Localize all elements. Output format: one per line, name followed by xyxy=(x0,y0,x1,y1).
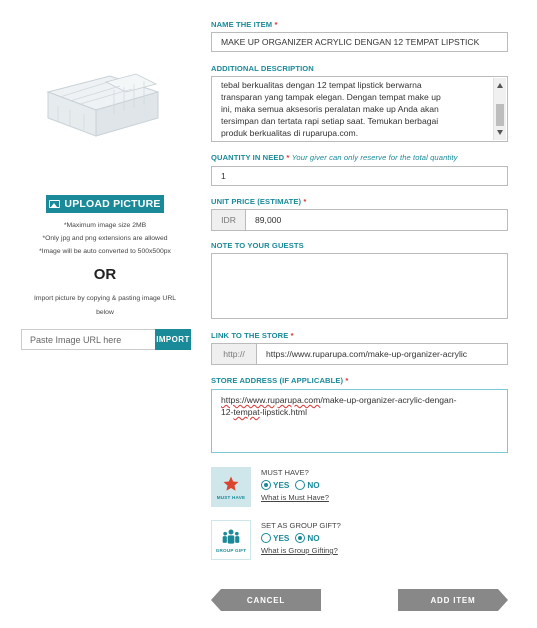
product-image xyxy=(46,73,160,137)
description-label: ADDITIONAL DESCRIPTION xyxy=(211,64,314,73)
description-line: tebal berkualitas dengan 12 tempat lipst… xyxy=(221,80,422,90)
must-have-title: MUST HAVE? xyxy=(261,468,309,477)
name-label-text: NAME THE ITEM xyxy=(211,20,273,29)
must-have-no-radio[interactable]: NO xyxy=(295,480,320,490)
radio-label: NO xyxy=(307,480,320,490)
radio-dot xyxy=(295,533,306,543)
quantity-label-text: QUANTITY IN NEED xyxy=(211,153,285,162)
note-label: NOTE TO YOUR GUESTS xyxy=(211,241,304,250)
picture-panel: UPLOAD PICTURE *Maximum image size 2MB *… xyxy=(0,0,210,628)
description-line: transparan yang tampak elegan. Dengan te… xyxy=(221,92,441,102)
group-gift-icon-box[interactable]: GROUP GIFT xyxy=(211,520,251,560)
must-have-yes-radio[interactable]: YES xyxy=(261,480,289,490)
price-field: IDR xyxy=(211,209,508,231)
store-link-input[interactable] xyxy=(257,344,507,364)
store-address-label: STORE ADDRESS (IF APPLICABLE) * xyxy=(211,376,348,385)
quantity-hint: Your giver can only reserve for the tota… xyxy=(291,153,458,162)
must-have-icon-caption: MUST HAVE xyxy=(216,494,246,500)
store-address-label-text: STORE ADDRESS (IF APPLICABLE) xyxy=(211,376,344,385)
description-scrollbar[interactable] xyxy=(493,78,506,140)
store-address-url: https://www.ruparupa.com xyxy=(221,395,321,405)
price-label-text: UNIT PRICE (ESTIMATE) xyxy=(211,197,302,206)
store-address-line: https://www.ruparupa.com/make-up-organiz… xyxy=(221,394,498,406)
required-mark: * xyxy=(303,197,307,206)
description-line: tersimpan dan tertata rapi setiap saat. … xyxy=(221,116,439,126)
image-url-row: IMPORT xyxy=(21,329,191,350)
link-label-text: LINK TO THE STORE xyxy=(211,331,289,340)
upload-picture-label: UPLOAD PICTURE xyxy=(64,198,161,210)
description-line: ini, maka semua aksesoris peralatan make… xyxy=(221,104,439,114)
price-input[interactable] xyxy=(246,210,507,230)
must-have-radios: YES NO xyxy=(261,480,320,490)
price-label: UNIT PRICE (ESTIMATE) * xyxy=(211,197,306,206)
cancel-button[interactable]: CANCEL xyxy=(211,589,321,611)
radio-dot xyxy=(261,533,271,543)
link-label: LINK TO THE STORE * xyxy=(211,331,294,340)
radio-dot xyxy=(295,480,306,490)
what-is-group-gifting-link[interactable]: What is Group Gifting? xyxy=(261,546,338,555)
scroll-down-icon[interactable] xyxy=(497,130,503,135)
rule-extensions: *Only jpg and png extensions are allowed xyxy=(42,235,168,242)
group-gift-icon-caption: GROUP GIFT xyxy=(215,547,247,553)
required-mark: * xyxy=(290,331,294,340)
currency-addon: IDR xyxy=(212,210,246,230)
image-icon xyxy=(49,200,61,208)
description-text: tebal berkualitas dengan 12 tempat lipst… xyxy=(212,77,507,141)
quantity-input[interactable] xyxy=(211,166,508,186)
store-address-line: 12-tempat-lipstick.html xyxy=(221,406,498,418)
store-address-part: -lipstick.html xyxy=(259,407,307,417)
store-address-textarea[interactable]: https://www.ruparupa.com/make-up-organiz… xyxy=(211,389,508,453)
required-mark: * xyxy=(345,376,349,385)
group-gift-title: SET AS GROUP GIFT? xyxy=(261,521,341,530)
name-label: NAME THE ITEM * xyxy=(211,20,278,29)
required-mark: * xyxy=(274,20,278,29)
what-is-must-have-link[interactable]: What is Must Have? xyxy=(261,493,329,502)
scroll-up-icon[interactable] xyxy=(497,83,503,88)
group-people-icon xyxy=(222,529,240,544)
must-have-icon-box[interactable]: MUST HAVE xyxy=(211,467,251,507)
http-addon: http:// xyxy=(212,344,257,364)
radio-dot xyxy=(261,480,271,490)
scroll-thumb[interactable] xyxy=(496,104,504,126)
note-textarea[interactable] xyxy=(211,253,508,319)
or-divider: OR xyxy=(93,266,117,283)
quantity-label: QUANTITY IN NEED * Your giver can only r… xyxy=(211,153,458,162)
upload-rules: *Maximum image size 2MB *Only jpg and pn… xyxy=(0,219,210,258)
item-name-input[interactable] xyxy=(211,32,508,52)
store-address-part: tempat xyxy=(233,407,260,417)
radio-label: YES xyxy=(273,533,290,543)
store-address-part: 12- xyxy=(221,407,234,417)
rule-convert: *Image will be auto converted to 500x500… xyxy=(39,248,171,255)
description-line: produk berkualitas di ruparupa.com. xyxy=(221,128,359,138)
radio-label: YES xyxy=(273,480,290,490)
description-textarea[interactable]: tebal berkualitas dengan 12 tempat lipst… xyxy=(211,76,508,142)
link-field: http:// xyxy=(211,343,508,365)
add-item-button[interactable]: ADD ITEM xyxy=(398,589,508,611)
required-mark: * xyxy=(286,153,290,162)
group-gift-radios: YES NO xyxy=(261,533,320,543)
rule-max-size: *Maximum image size 2MB xyxy=(63,222,147,229)
radio-label: NO xyxy=(307,533,320,543)
group-gift-yes-radio[interactable]: YES xyxy=(261,533,289,543)
image-url-input[interactable] xyxy=(21,329,155,350)
group-gift-no-radio[interactable]: NO xyxy=(295,533,320,543)
store-address-rest: /make-up-organizer-acrylic-dengan- xyxy=(320,395,457,405)
star-icon xyxy=(223,476,239,491)
import-note: Import picture by copying & pasting imag… xyxy=(33,295,177,316)
import-button[interactable]: IMPORT xyxy=(155,329,191,350)
upload-picture-button[interactable]: UPLOAD PICTURE xyxy=(46,195,164,213)
